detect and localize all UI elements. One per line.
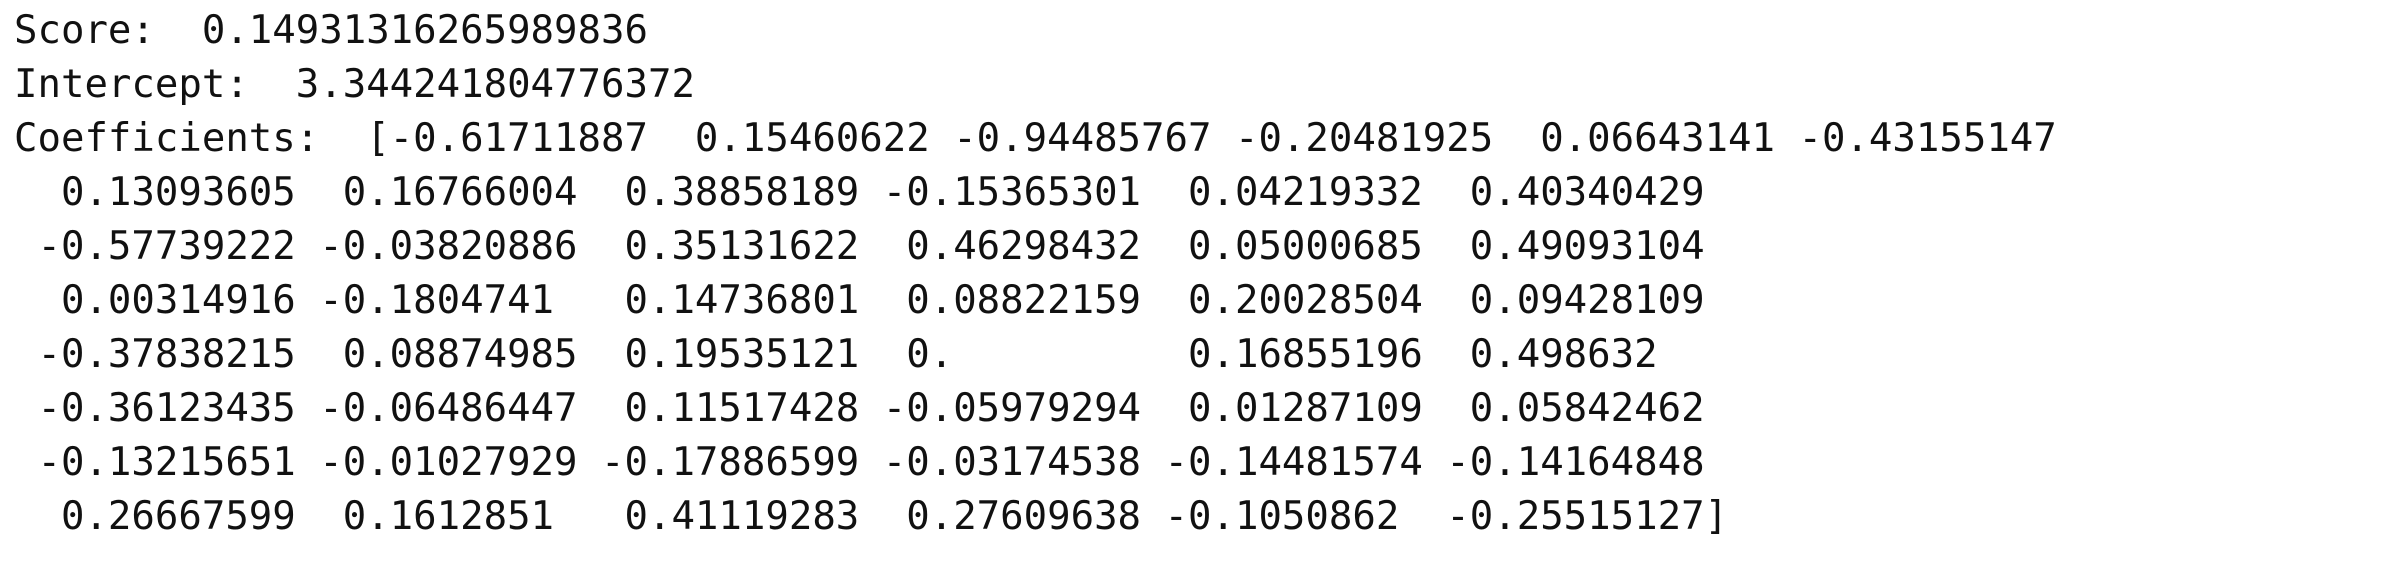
coefficients-row: 0.00314916 -0.1804741 0.14736801 0.08822… <box>14 278 1705 323</box>
score-line: Score: 0.14931316265989836 <box>14 8 648 53</box>
coefficients-row: -0.57739222 -0.03820886 0.35131622 0.462… <box>14 224 1705 269</box>
coefficients-row: -0.13215651 -0.01027929 -0.17886599 -0.0… <box>14 440 1705 485</box>
coefficients-row: 0.26667599 0.1612851 0.41119283 0.276096… <box>14 494 1729 539</box>
coefficients-row: 0.13093605 0.16766004 0.38858189 -0.1536… <box>14 170 1705 215</box>
coefficients-row: -0.37838215 0.08874985 0.19535121 0. 0.1… <box>14 332 1658 377</box>
coefficients-row: -0.36123435 -0.06486447 0.11517428 -0.05… <box>14 386 1705 431</box>
intercept-line: Intercept: 3.344241804776372 <box>14 62 695 107</box>
coefficients-line: Coefficients: [-0.61711887 0.15460622 -0… <box>14 116 2057 161</box>
console-output: Score: 0.14931316265989836 Intercept: 3.3… <box>14 4 2057 544</box>
